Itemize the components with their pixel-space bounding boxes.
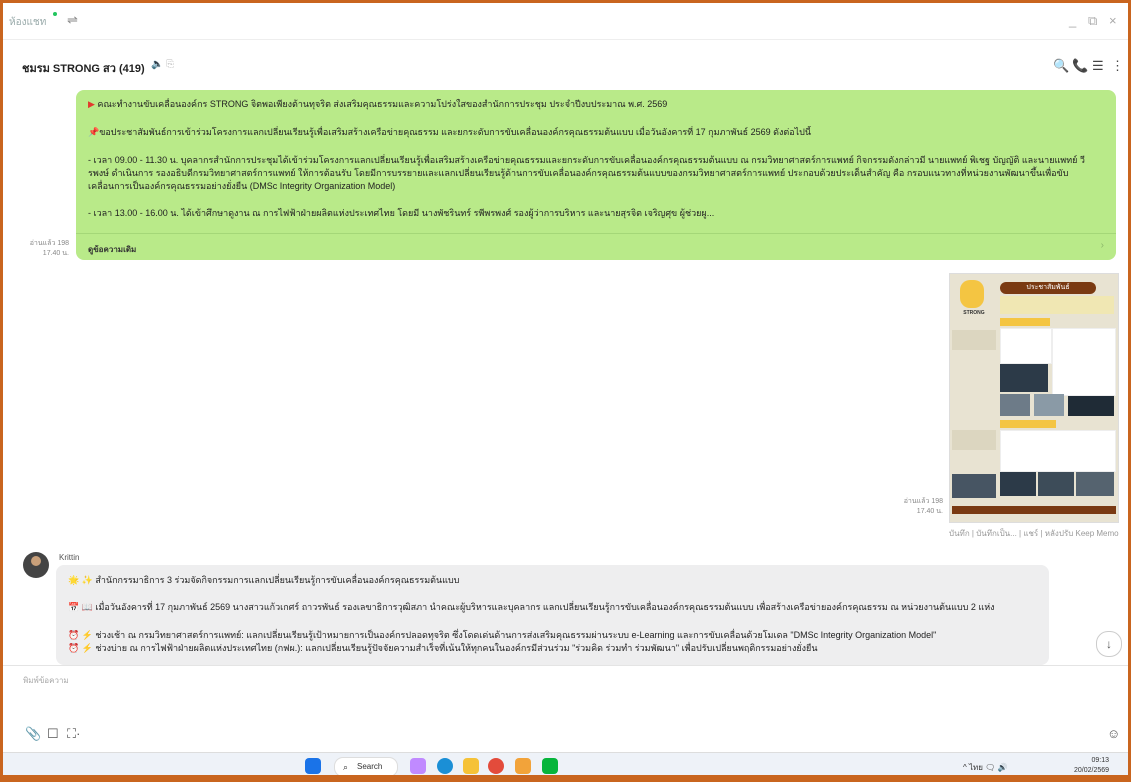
message-line: 📅 📖 เมื่อวันอังคารที่ 17 กุมภาพันธ์ 2569…: [68, 602, 995, 612]
app-icon[interactable]: [515, 758, 531, 774]
message-bubble-announcement[interactable]: ▶ คณะทำงานขับเคลื่อนองค์กร STRONG จิตพอเ…: [76, 90, 1116, 260]
message-line: - เวลา 13.00 - 16.00 น. ได้เข้าศึกษาดูงา…: [88, 208, 715, 218]
edge-icon[interactable]: [437, 758, 453, 774]
pointer-icon: ▶: [88, 99, 98, 109]
poster-photo: [1000, 364, 1048, 392]
taskbar-search[interactable]: ⌕ Search: [334, 757, 398, 775]
poster-photo: [1000, 472, 1036, 496]
poster-photo: [1000, 394, 1030, 416]
poster-side-logo: [952, 330, 996, 350]
windows-taskbar: ⌕ Search ^ ไทย 🗨 🔊 09:13 20/02/2569: [3, 752, 1128, 775]
bookmark-icon[interactable]: ☐: [47, 726, 59, 742]
divider: [76, 233, 1116, 234]
poster-photo: [1076, 472, 1114, 496]
clock-date: 20/02/2569: [1074, 767, 1110, 774]
start-button[interactable]: [305, 758, 321, 774]
logo-image: [960, 280, 984, 308]
file-explorer-icon[interactable]: [463, 758, 479, 774]
filter-icon[interactable]: ⇌: [67, 12, 78, 28]
minimize-button[interactable]: _: [1069, 13, 1076, 28]
avatar[interactable]: [23, 552, 49, 578]
line-icon[interactable]: [542, 758, 558, 774]
poster-time-label: [1000, 420, 1056, 428]
clock[interactable]: 09:13 20/02/2569: [1074, 756, 1109, 775]
poster-image[interactable]: STRONG ประชาสัมพันธ์: [949, 273, 1119, 523]
poster-side-logo: [952, 430, 996, 450]
clock-time: 09:13: [1091, 757, 1110, 764]
message-bubble-incoming[interactable]: 🌟 ✨ สำนักกรรมาธิการ 3 ร่วมจัดกิจกรรมการแ…: [56, 565, 1049, 665]
search-icon: ⌕: [343, 762, 349, 772]
read-more-link[interactable]: ดูข้อความเดิม: [88, 243, 136, 256]
message-line: ▶ คณะทำงานขับเคลื่อนองค์กร STRONG จิตพอเ…: [88, 99, 668, 109]
online-dot: [53, 12, 57, 16]
chat-title[interactable]: ชมรม STRONG สว (419): [22, 59, 145, 77]
notes-icon[interactable]: ☰: [1092, 58, 1104, 74]
pin-icon: 📌: [88, 127, 100, 137]
poster-banner: ประชาสัมพันธ์: [1000, 282, 1096, 294]
chat-header: ชมรม STRONG สว (419) 🔈 ⎘ 🔍 📞 ☰ ⋮: [3, 47, 1128, 83]
attach-icon[interactable]: 📎: [25, 726, 41, 742]
poster-text-block: [1052, 328, 1116, 396]
message1-meta: อ่านแล้ว 198 17.40 น.: [19, 239, 69, 259]
poster-photo: [1038, 472, 1074, 496]
poster-text-block: [1000, 430, 1116, 472]
title-bar: ห้องแชท ⇌ _ ⧉ ×: [3, 3, 1128, 40]
copilot-icon[interactable]: [410, 758, 426, 774]
screenshot-icon[interactable]: ⛶·: [67, 726, 80, 742]
message-line: ⏰ ⚡ ช่วงเช้า ณ กรมวิทยาศาสตร์การแพทย์: แ…: [68, 630, 937, 640]
message-line: ⏰ ⚡ ช่วงบ่าย ณ การไฟฟ้าฝ่ายผลิตแห่งประเท…: [68, 643, 818, 653]
timestamp: 17.40 น.: [916, 508, 943, 515]
read-count: อ่านแล้ว 198: [903, 498, 943, 505]
poster-headline-block: [1000, 296, 1114, 314]
message-line: 🌟 ✨ สำนักกรรมาธิการ 3 ร่วมจัดกิจกรรมการแ…: [68, 575, 460, 585]
read-count: อ่านแล้ว 198: [29, 240, 69, 247]
poster-date-label: [1000, 318, 1050, 326]
window-title: ห้องแชท: [9, 17, 47, 28]
message-line: - เวลา 09.00 - 11.30 น. บุคลากรสำนักการป…: [88, 155, 1085, 191]
restore-button[interactable]: ⧉: [1088, 13, 1097, 29]
poster-footer: [952, 506, 1116, 514]
message-input[interactable]: พิมพ์ข้อความ: [23, 674, 69, 687]
avatar-face: [31, 556, 41, 566]
search-label: Search: [357, 762, 383, 771]
system-tray[interactable]: ^ ไทย 🗨 🔊: [963, 761, 1008, 774]
sender-name: Krittin: [59, 553, 80, 562]
timestamp: 17.40 น.: [42, 250, 69, 257]
mute-icon[interactable]: 🔈 ⎘: [151, 59, 174, 70]
poster-photo: [1068, 396, 1114, 416]
chevron-right-icon[interactable]: ›: [1101, 240, 1104, 251]
poster-photo: [952, 474, 996, 498]
message-line: 📌ขอประชาสัมพันธ์การเข้าร่วมโครงการแลกเปล…: [88, 127, 812, 137]
scroll-down-button[interactable]: ↓: [1096, 631, 1122, 657]
call-icon[interactable]: 📞: [1072, 58, 1088, 74]
search-icon[interactable]: 🔍: [1053, 58, 1069, 74]
message2-meta: อ่านแล้ว 198 17.40 น.: [893, 497, 943, 517]
poster-logo-text: STRONG: [963, 310, 985, 316]
chrome-icon[interactable]: [488, 758, 504, 774]
menu-icon[interactable]: ⋮: [1111, 58, 1124, 74]
close-button[interactable]: ×: [1109, 13, 1117, 28]
line-window: ห้องแชท ⇌ _ ⧉ × ชมรม STRONG สว (419) 🔈 ⎘…: [3, 3, 1128, 775]
image-actions[interactable]: บันทึก | บันทึกเป็น... | แชร์ | หลังปรับ…: [949, 527, 1119, 540]
emoji-icon[interactable]: ☺: [1107, 726, 1120, 741]
poster-photo: [1034, 394, 1064, 416]
poster-text-block: [1000, 328, 1052, 364]
